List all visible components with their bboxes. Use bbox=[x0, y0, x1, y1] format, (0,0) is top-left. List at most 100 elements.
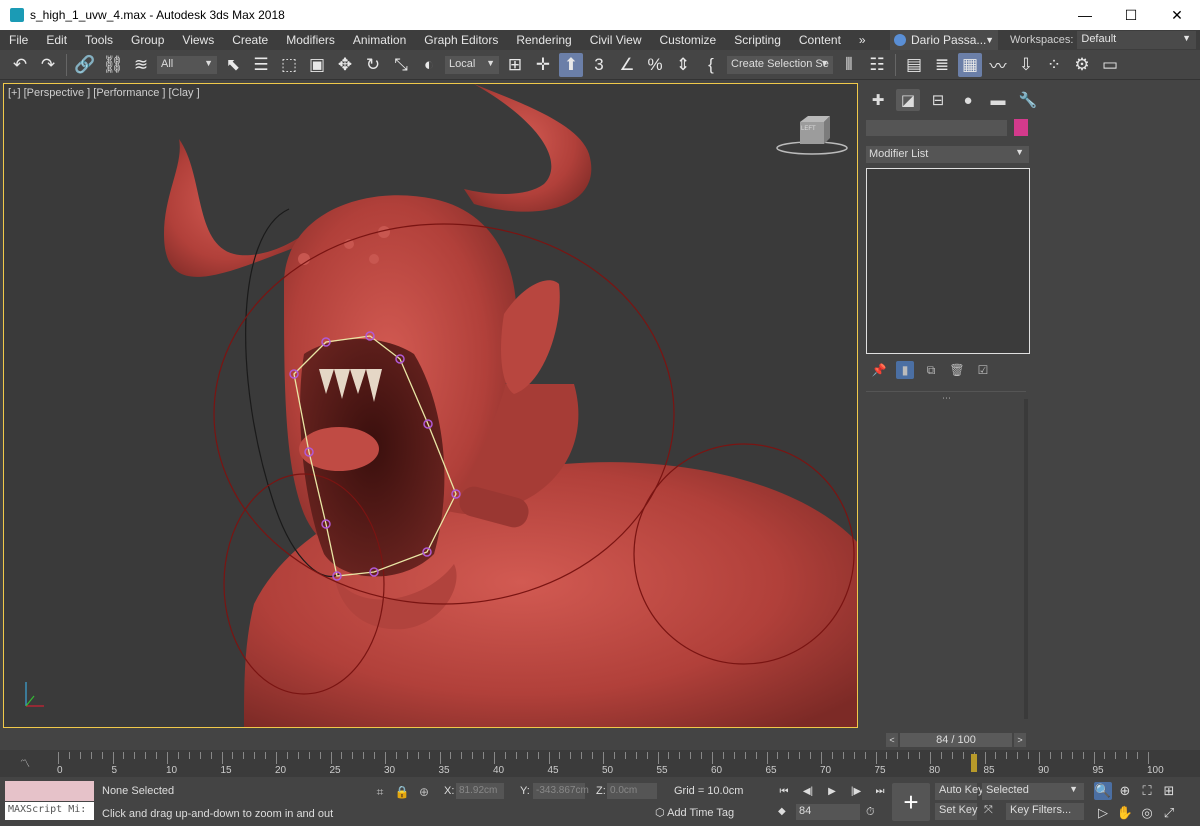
maxscript-listener-output[interactable] bbox=[5, 781, 94, 801]
undo-icon[interactable]: ↶ bbox=[8, 53, 32, 77]
object-color-swatch[interactable] bbox=[1014, 119, 1028, 136]
pivot-center-icon[interactable]: ⊞ bbox=[503, 53, 527, 77]
y-coordinate-field[interactable]: -343.867cm bbox=[533, 783, 589, 799]
render-setup-icon[interactable]: ⚙ bbox=[1070, 53, 1094, 77]
spinner-snap-icon[interactable]: ⇕ bbox=[671, 53, 695, 77]
key-mode-dropdown[interactable]: Selected ▼ bbox=[982, 783, 1084, 800]
menu-edit[interactable]: Edit bbox=[37, 33, 76, 47]
menu-graph-editors[interactable]: Graph Editors bbox=[415, 33, 507, 47]
snaps-toggle-icon[interactable]: 3 bbox=[587, 53, 611, 77]
select-object-icon[interactable]: ⬉ bbox=[221, 53, 245, 77]
rollout-handle[interactable]: ⋯ bbox=[942, 393, 951, 404]
utilities-tab-icon[interactable]: 🔧 bbox=[1016, 89, 1040, 111]
modify-tab-icon[interactable]: ◪ bbox=[896, 89, 920, 111]
named-selection-sets-dropdown[interactable]: Create Selection Se ▼ bbox=[727, 55, 833, 74]
pan-icon[interactable]: ✋ bbox=[1116, 804, 1134, 822]
modifier-list-dropdown[interactable]: Modifier List ▼ bbox=[866, 146, 1029, 163]
current-frame-field[interactable]: 84 bbox=[796, 804, 860, 820]
zoom-extents-icon[interactable]: ⛶ bbox=[1138, 782, 1156, 800]
user-account-menu[interactable]: Dario Passa... ▼ bbox=[890, 30, 998, 50]
make-unique-icon[interactable]: ⧉ bbox=[922, 361, 940, 379]
close-button[interactable]: ✕ bbox=[1154, 0, 1200, 30]
next-key-icon[interactable]: |▶ bbox=[848, 783, 864, 799]
menu-animation[interactable]: Animation bbox=[344, 33, 415, 47]
current-frame-marker[interactable] bbox=[970, 754, 977, 772]
schematic-view-icon[interactable]: ⇩ bbox=[1014, 53, 1038, 77]
bind-spacewarp-icon[interactable]: ≋ bbox=[129, 53, 153, 77]
modifier-stack-list[interactable] bbox=[866, 168, 1030, 354]
display-tab-icon[interactable]: ▬ bbox=[986, 89, 1010, 111]
time-configuration-icon[interactable]: ⏱ bbox=[866, 806, 875, 819]
unlink-icon[interactable]: ⛓ bbox=[101, 53, 125, 77]
viewport-label-menu[interactable]: [+] [Perspective ] [Performance ] [Clay … bbox=[8, 87, 200, 99]
curve-editor-icon[interactable]: 〰 bbox=[986, 53, 1010, 77]
keyboard-shortcut-override-icon[interactable]: ⬆ bbox=[559, 52, 583, 77]
absolute-mode-icon[interactable]: ⊕ bbox=[416, 784, 432, 800]
rectangular-selection-icon[interactable]: ⬚ bbox=[277, 53, 301, 77]
angle-snap-icon[interactable]: ∠ bbox=[615, 53, 639, 77]
hierarchy-tab-icon[interactable]: ⊟ bbox=[926, 89, 950, 111]
rendered-frame-window-icon[interactable]: ▭ bbox=[1098, 53, 1122, 77]
menu-modifiers[interactable]: Modifiers bbox=[277, 33, 344, 47]
menu-civil-view[interactable]: Civil View bbox=[581, 33, 651, 47]
zoom-all-icon[interactable]: ⊕ bbox=[1116, 782, 1134, 800]
menu-scripting[interactable]: Scripting bbox=[725, 33, 790, 47]
motion-tab-icon[interactable]: ● bbox=[956, 89, 980, 111]
perspective-viewport[interactable]: LEFT [+] [Perspective ] [Performance ] [… bbox=[3, 83, 858, 728]
previous-key-icon[interactable]: ◀| bbox=[800, 783, 816, 799]
set-key-button[interactable]: Set Key bbox=[935, 803, 978, 820]
track-bar[interactable]: 〽 0 5 10 15 20 25 30 35 40 45 50 55 60 65 70 75 80 85 90 95… bbox=[0, 750, 1200, 777]
window-crossing-icon[interactable]: ▣ bbox=[305, 53, 329, 77]
command-panel-scrollbar[interactable] bbox=[1024, 399, 1028, 719]
redo-icon[interactable]: ↷ bbox=[36, 53, 60, 77]
layer-explorer-icon[interactable]: ≣ bbox=[930, 53, 954, 77]
zoom-icon[interactable]: 🔍 bbox=[1094, 782, 1112, 800]
align-icon[interactable]: ☷ bbox=[865, 53, 889, 77]
z-coordinate-field[interactable]: 0.0cm bbox=[607, 783, 657, 799]
ribbon-toggle-icon[interactable]: ▦ bbox=[958, 52, 982, 77]
go-to-end-icon[interactable]: ⏭ bbox=[872, 783, 888, 799]
menu-group[interactable]: Group bbox=[122, 33, 173, 47]
menu-rendering[interactable]: Rendering bbox=[507, 33, 580, 47]
field-of-view-icon[interactable]: ▷ bbox=[1094, 804, 1112, 822]
time-slider[interactable]: 84 / 100 bbox=[900, 733, 1012, 747]
select-manipulate-icon[interactable]: ✛ bbox=[531, 53, 555, 77]
edit-named-selection-icon[interactable]: { bbox=[699, 53, 723, 77]
maxscript-mini-listener[interactable]: MAXScript Mi: bbox=[5, 802, 94, 820]
menu-content[interactable]: Content bbox=[790, 33, 850, 47]
selection-filter-dropdown[interactable]: All ▼ bbox=[157, 55, 217, 74]
previous-frame-button[interactable]: < bbox=[886, 733, 898, 747]
x-coordinate-field[interactable]: 81.92cm bbox=[456, 783, 504, 799]
menu-overflow-button[interactable]: » bbox=[850, 33, 875, 47]
menu-create[interactable]: Create bbox=[223, 33, 277, 47]
link-icon[interactable]: 🔗 bbox=[73, 53, 97, 77]
move-icon[interactable]: ✥ bbox=[333, 53, 357, 77]
go-to-start-icon[interactable]: ⏮ bbox=[776, 783, 792, 799]
selection-lock-icon[interactable]: 🔒 bbox=[394, 784, 410, 800]
show-end-result-icon[interactable]: ▮ bbox=[896, 361, 914, 379]
isolate-selection-icon[interactable]: ⌗ bbox=[372, 784, 388, 800]
rotate-icon[interactable]: ↻ bbox=[361, 53, 385, 77]
mirror-icon[interactable]: ⫴ bbox=[837, 53, 861, 77]
remove-modifier-icon[interactable]: 🗑 bbox=[948, 361, 966, 379]
configure-modifier-sets-icon[interactable]: ☑ bbox=[974, 361, 992, 379]
key-mode-toggle-icon[interactable]: ◆ bbox=[778, 806, 786, 817]
percent-snap-icon[interactable]: % bbox=[643, 53, 667, 77]
pin-stack-icon[interactable]: 📌 bbox=[870, 361, 888, 379]
material-editor-icon[interactable]: ⁘ bbox=[1042, 53, 1066, 77]
add-time-tag-button[interactable]: ⬡ Add Time Tag bbox=[655, 806, 734, 819]
select-by-name-icon[interactable]: ☰ bbox=[249, 53, 273, 77]
play-icon[interactable]: ▶ bbox=[824, 783, 840, 799]
set-keys-button[interactable]: + bbox=[892, 783, 930, 821]
menu-tools[interactable]: Tools bbox=[76, 33, 122, 47]
scene-explorer-icon[interactable]: ▤ bbox=[902, 53, 926, 77]
place-icon[interactable]: ◐ bbox=[417, 53, 441, 77]
default-in-out-tangents-icon[interactable]: ⤧ bbox=[984, 804, 993, 817]
menu-views[interactable]: Views bbox=[173, 33, 223, 47]
workspace-dropdown[interactable]: Default ▼ bbox=[1077, 31, 1196, 49]
menu-customize[interactable]: Customize bbox=[651, 33, 726, 47]
scale-icon[interactable]: ⤡ bbox=[389, 53, 413, 77]
reference-coordinate-dropdown[interactable]: Local ▼ bbox=[445, 55, 499, 74]
minimize-button[interactable]: — bbox=[1062, 0, 1108, 30]
create-tab-icon[interactable]: ✚ bbox=[866, 89, 890, 111]
